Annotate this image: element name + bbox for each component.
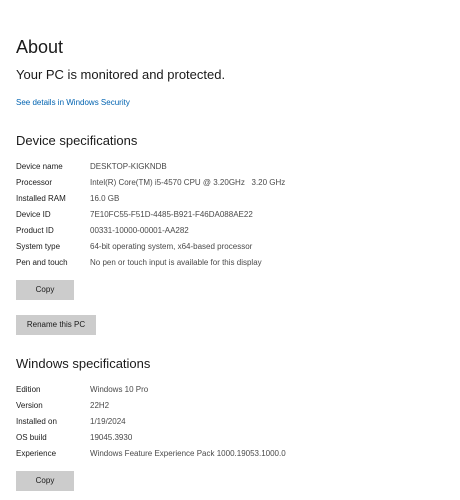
about-page: About Your PC is monitored and protected… <box>0 0 460 500</box>
copy-device-specs-button[interactable]: Copy <box>16 280 74 300</box>
spec-value: DESKTOP-KIGKNDB <box>90 162 167 171</box>
spec-label: Installed RAM <box>16 194 66 203</box>
spec-value: 1/19/2024 <box>90 417 126 426</box>
spec-label: Experience <box>16 449 57 458</box>
protection-status-text: Your PC is monitored and protected. <box>16 67 226 82</box>
spec-label: Device name <box>16 162 63 171</box>
copy-windows-specs-button[interactable]: Copy <box>16 471 74 491</box>
spec-label: Product ID <box>16 226 54 235</box>
rename-pc-button[interactable]: Rename this PC <box>16 315 96 335</box>
spec-value: Windows Feature Experience Pack 1000.190… <box>90 449 286 458</box>
spec-value: 22H2 <box>90 401 110 410</box>
spec-value: No pen or touch input is available for t… <box>90 258 262 267</box>
spec-value: Windows 10 Pro <box>90 385 149 394</box>
device-specs-heading: Device specifications <box>16 133 138 148</box>
spec-value: 16.0 GB <box>90 194 120 203</box>
windows-security-link[interactable]: See details in Windows Security <box>16 97 130 108</box>
spec-label: OS build <box>16 433 47 442</box>
spec-value: 19045.3930 <box>90 433 133 442</box>
spec-label: Pen and touch <box>16 258 68 267</box>
spec-label: Device ID <box>16 210 51 219</box>
spec-value: Intel(R) Core(TM) i5-4570 CPU @ 3.20GHz … <box>90 178 286 187</box>
spec-label: System type <box>16 242 61 251</box>
spec-label: Installed on <box>16 417 57 426</box>
spec-label: Processor <box>16 178 53 187</box>
spec-value: 00331-10000-00001-AA282 <box>90 226 189 235</box>
spec-value: 7E10FC55-F51D-4485-B921-F46DA088AE22 <box>90 210 253 219</box>
spec-label: Version <box>16 401 43 410</box>
spec-label: Edition <box>16 385 41 394</box>
page-title: About <box>16 37 64 57</box>
windows-specs-heading: Windows specifications <box>16 356 151 371</box>
spec-value: 64-bit operating system, x64-based proce… <box>90 242 253 251</box>
